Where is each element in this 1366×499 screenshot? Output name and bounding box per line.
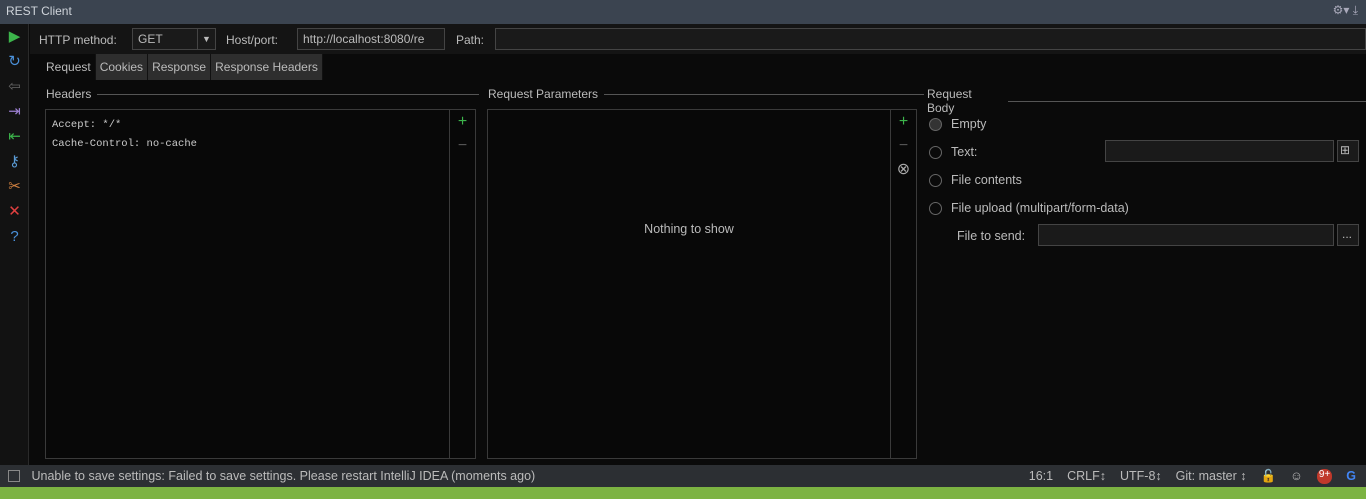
params-list[interactable]: Nothing to show + − ⊗ bbox=[487, 109, 917, 459]
text-input[interactable] bbox=[1105, 140, 1334, 162]
file-to-send-label: File to send: bbox=[957, 229, 1026, 243]
browse-button[interactable]: ... bbox=[1337, 224, 1359, 246]
host-label: Host/port: bbox=[226, 33, 279, 47]
git-branch[interactable]: Git: master ↕ bbox=[1176, 469, 1247, 484]
divider bbox=[604, 93, 925, 95]
radio-file-contents[interactable]: File contents bbox=[929, 173, 1022, 187]
request-bar: HTTP method: GET ▼ Host/port: http://loca… bbox=[30, 24, 1366, 54]
settings-icon[interactable]: ⚷ bbox=[0, 149, 29, 174]
remove-icon[interactable]: − bbox=[450, 134, 475, 158]
tab-cookies[interactable]: Cookies bbox=[95, 54, 149, 80]
add-icon[interactable]: + bbox=[450, 110, 475, 134]
params-section-title: Request Parameters bbox=[488, 87, 925, 101]
gear-icon[interactable]: ⚙▾ bbox=[1333, 3, 1350, 17]
method-select[interactable]: GET ▼ bbox=[132, 28, 216, 50]
host-input[interactable]: http://localhost:8080/re bbox=[297, 28, 445, 50]
radio-label: File upload (multipart/form-data) bbox=[951, 201, 1129, 215]
run-icon[interactable]: ▶ bbox=[0, 24, 29, 49]
headers-list[interactable]: Accept: */* Cache-Control: no-cache + − bbox=[45, 109, 476, 459]
headers-section-title: Headers bbox=[46, 87, 480, 101]
status-message[interactable]: Unable to save settings: Failed to save … bbox=[31, 469, 535, 483]
notifications-badge[interactable]: 9+ bbox=[1316, 469, 1333, 484]
refresh-icon[interactable]: ↻ bbox=[0, 49, 29, 74]
body-section-title: Request Body bbox=[927, 87, 1366, 115]
params-title: Request Parameters bbox=[488, 87, 599, 101]
list-item[interactable]: Cache-Control: no-cache bbox=[52, 135, 469, 154]
method-value: GET bbox=[138, 32, 163, 46]
divider bbox=[97, 93, 480, 95]
tab-response-headers[interactable]: Response Headers bbox=[211, 54, 323, 80]
empty-text: Nothing to show bbox=[644, 222, 734, 236]
radio-label: Empty bbox=[951, 117, 987, 131]
path-label: Path: bbox=[456, 33, 485, 47]
divider bbox=[1007, 100, 1366, 102]
back-icon[interactable]: ⇦ bbox=[0, 74, 29, 99]
window-title: REST Client bbox=[6, 4, 72, 18]
remove-icon[interactable]: − bbox=[891, 134, 916, 158]
close-icon[interactable]: ✕ bbox=[0, 199, 29, 224]
import-icon[interactable]: ⇤ bbox=[0, 124, 29, 149]
list-item[interactable]: Accept: */* bbox=[52, 116, 469, 135]
tab-request[interactable]: Request bbox=[42, 54, 96, 80]
tab-bar: Request Cookies Response Response Header… bbox=[42, 54, 323, 80]
add-icon[interactable]: + bbox=[891, 110, 916, 134]
clear-icon[interactable]: ⊗ bbox=[891, 158, 916, 182]
radio-file-upload[interactable]: File upload (multipart/form-data) bbox=[929, 201, 1129, 215]
status-bar: Unable to save settings: Failed to save … bbox=[0, 465, 1366, 487]
method-label: HTTP method: bbox=[39, 33, 117, 47]
taskbar bbox=[0, 487, 1366, 499]
radio-text[interactable]: Text: bbox=[929, 145, 977, 159]
inspector-icon[interactable]: ☺ bbox=[1290, 469, 1303, 484]
radio-label: Text: bbox=[951, 145, 978, 159]
tab-response[interactable]: Response bbox=[148, 54, 212, 80]
headers-title: Headers bbox=[46, 87, 92, 101]
line-separator[interactable]: CRLF↕ bbox=[1067, 469, 1106, 484]
encoding[interactable]: UTF-8↕ bbox=[1120, 469, 1162, 484]
lock-icon[interactable]: 🔓 bbox=[1261, 469, 1277, 484]
help-icon[interactable]: ? bbox=[0, 224, 29, 249]
title-bar: REST Client ⚙▾ ⤓ bbox=[0, 0, 1366, 24]
hide-icon[interactable]: ⤓ bbox=[1353, 3, 1358, 17]
radio-label: File contents bbox=[951, 173, 1022, 187]
file-input[interactable] bbox=[1038, 224, 1334, 246]
export-icon[interactable]: ⇥ bbox=[0, 99, 29, 124]
left-toolbar: ▶ ↻ ⇦ ⇥ ⇤ ⚷ ✂ ✕ ? bbox=[0, 24, 29, 465]
google-icon[interactable]: G bbox=[1346, 469, 1356, 484]
cursor-position[interactable]: 16:1 bbox=[1029, 469, 1053, 484]
expand-button[interactable]: ⊞ bbox=[1337, 140, 1359, 162]
body-title: Request Body bbox=[927, 87, 972, 115]
chevron-down-icon[interactable]: ▼ bbox=[197, 29, 215, 49]
path-input[interactable] bbox=[495, 28, 1366, 50]
status-icon[interactable] bbox=[8, 470, 20, 482]
tools-icon[interactable]: ✂ bbox=[0, 174, 29, 199]
radio-empty[interactable]: Empty bbox=[929, 117, 986, 131]
